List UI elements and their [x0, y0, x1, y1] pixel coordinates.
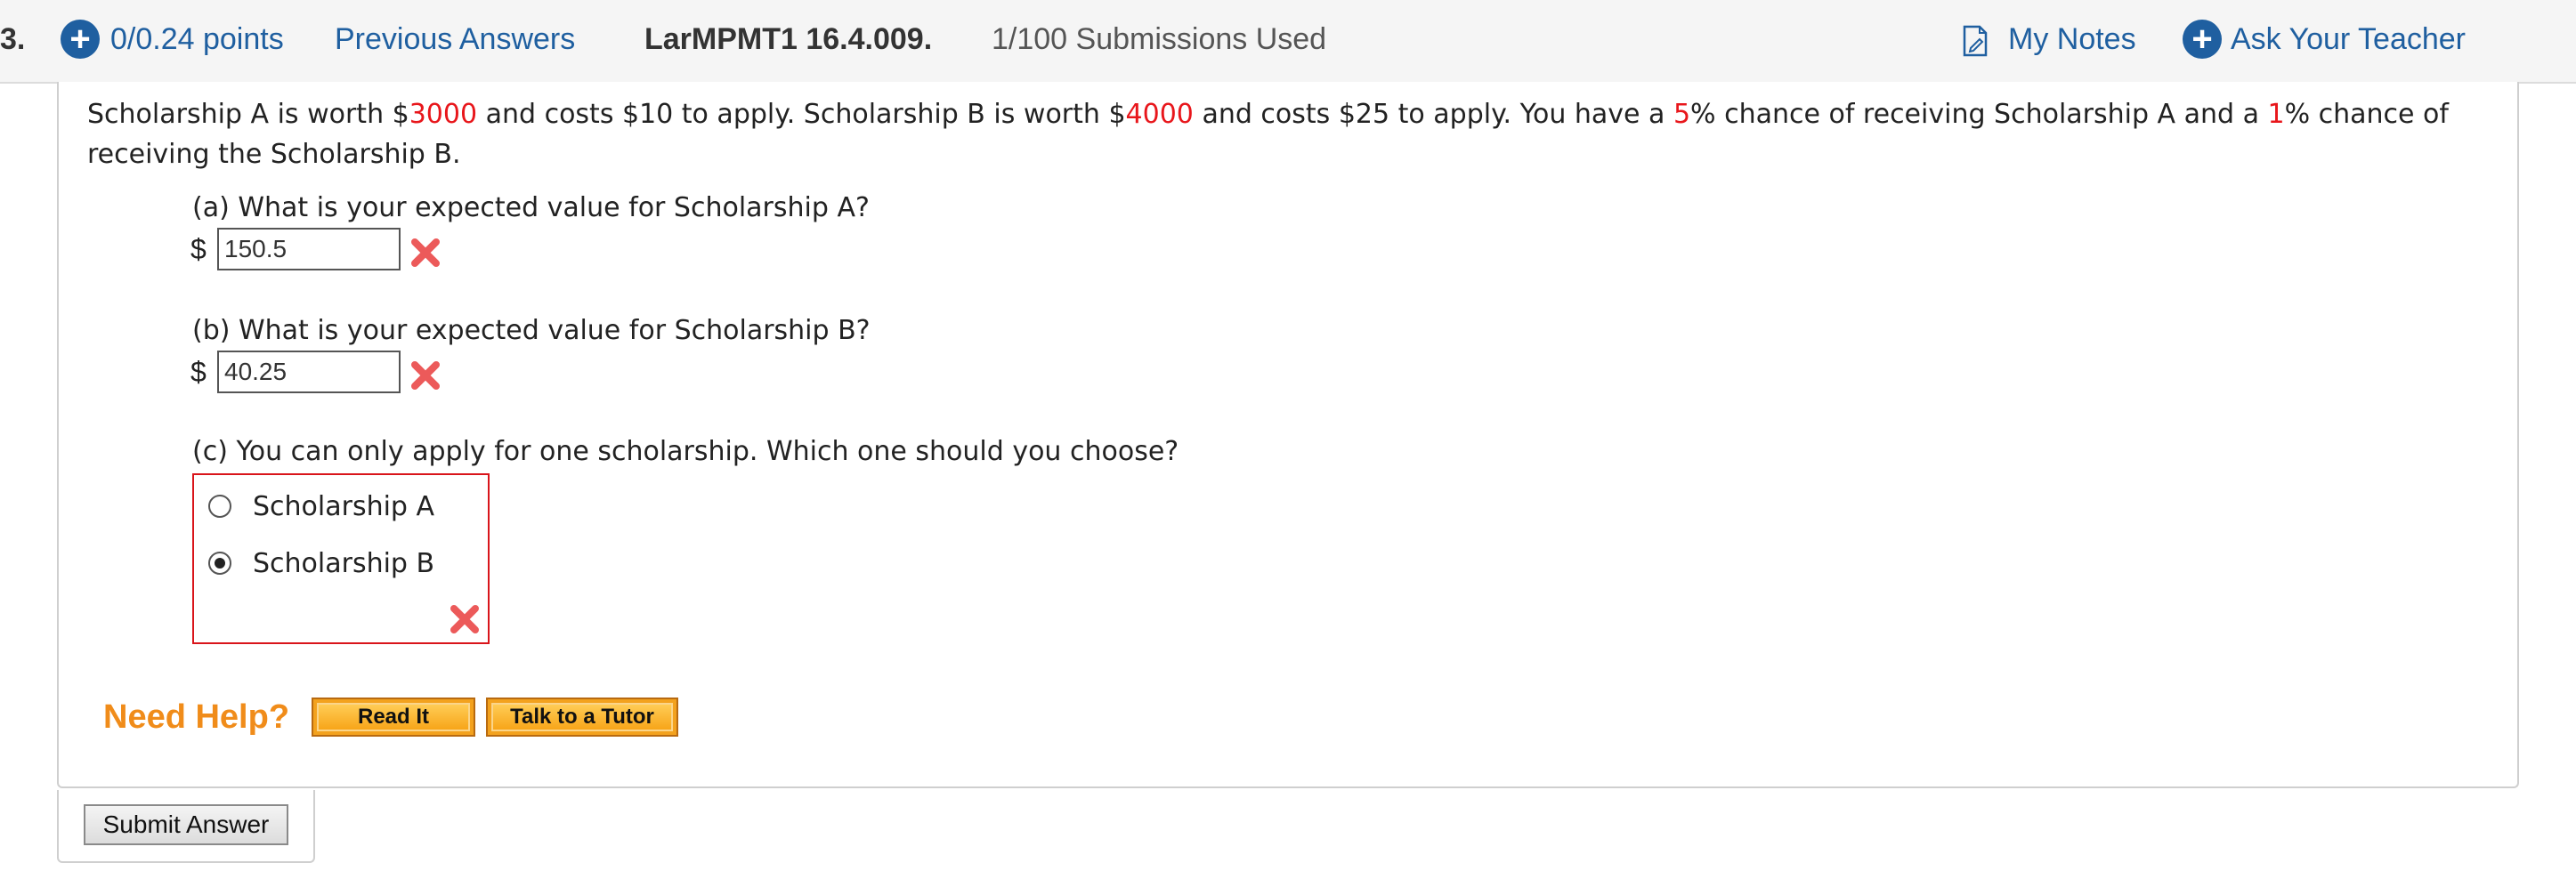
- stem-text: and costs $25 to apply. You have a: [1193, 99, 1673, 130]
- stem-chance-b: 1: [2267, 99, 2285, 130]
- plus-circle-icon[interactable]: +: [2183, 20, 2222, 59]
- incorrect-x-icon: [411, 361, 440, 390]
- currency-symbol: $: [190, 233, 207, 265]
- radio-scholarship-b[interactable]: [208, 552, 231, 575]
- need-help-title: Need Help?: [103, 698, 290, 736]
- part-c-label: (c) You can only apply for one scholarsh…: [192, 436, 1179, 467]
- incorrect-x-icon: [450, 605, 479, 633]
- option-label-scholarship-b[interactable]: Scholarship B: [253, 546, 434, 582]
- question-stem: Scholarship A is worth $3000 and costs $…: [87, 94, 2491, 174]
- part-a-label: (a) What is your expected value for Scho…: [192, 192, 870, 223]
- radio-scholarship-a[interactable]: [208, 495, 231, 518]
- points-link[interactable]: 0/0.24 points: [110, 20, 284, 59]
- stem-value-scholarship-a: 3000: [409, 99, 478, 130]
- stem-value-scholarship-b: 4000: [1125, 99, 1194, 130]
- stem-text: % chance of receiving Scholarship A and …: [1690, 99, 2268, 130]
- question-number: 3.: [0, 22, 26, 56]
- plus-circle-icon[interactable]: +: [61, 20, 100, 59]
- question-header: 3. + 0/0.24 points Previous Answers LarM…: [0, 0, 2576, 84]
- stem-text: Scholarship A is worth $: [87, 99, 409, 130]
- ask-your-teacher-link[interactable]: Ask Your Teacher: [2231, 20, 2466, 59]
- read-it-button[interactable]: Read It: [312, 698, 475, 737]
- previous-answers-link[interactable]: Previous Answers: [335, 20, 575, 59]
- read-it-label: Read It: [317, 703, 470, 731]
- stem-chance-a: 5: [1673, 99, 1691, 130]
- note-icon[interactable]: [1962, 25, 1989, 57]
- question-id: LarMPMT1 16.4.009.: [644, 22, 933, 56]
- my-notes-link[interactable]: My Notes: [2008, 20, 2136, 59]
- part-b-answer-input[interactable]: [217, 351, 401, 393]
- incorrect-x-icon: [411, 238, 440, 267]
- part-a-answer-input[interactable]: [217, 228, 401, 270]
- submit-answer-button[interactable]: Submit Answer: [84, 804, 288, 845]
- talk-to-tutor-label: Talk to a Tutor: [491, 703, 673, 731]
- currency-symbol: $: [190, 356, 207, 388]
- stem-text: and costs $10 to apply. Scholarship B is…: [477, 99, 1126, 130]
- submissions-count: 1/100 Submissions Used: [992, 22, 1327, 56]
- talk-to-tutor-button[interactable]: Talk to a Tutor: [486, 698, 678, 737]
- part-b-label: (b) What is your expected value for Scho…: [192, 315, 871, 346]
- option-label-scholarship-a[interactable]: Scholarship A: [253, 489, 434, 525]
